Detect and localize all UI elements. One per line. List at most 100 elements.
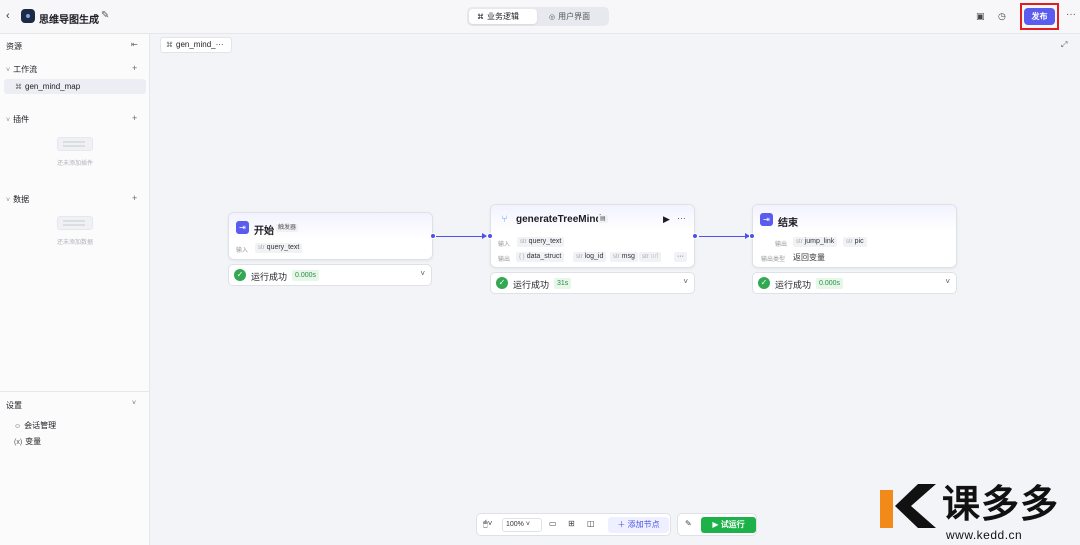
more-icon[interactable]: ··· <box>677 213 686 223</box>
run-status-start[interactable]: ✓ 运行成功 0.000s ˅ <box>228 264 432 286</box>
chevron-down-icon: ˅ <box>683 277 688 286</box>
section-workflow[interactable]: ˅ 工作流 <box>6 64 37 75</box>
watermark-text: 课多多 <box>942 484 1060 526</box>
input-port[interactable] <box>749 233 755 239</box>
zoom-select[interactable]: 100% ˅ <box>502 518 542 532</box>
workflow-icon: ⌘ <box>166 42 173 49</box>
empty-placeholder-icon <box>57 137 93 151</box>
start-icon: ⇥ <box>236 221 249 234</box>
node-start[interactable]: ⇥ 开始 触发器 输入 str query_text <box>228 212 433 260</box>
box-icon[interactable]: ▣ <box>976 11 985 22</box>
check-icon: ✓ <box>234 269 246 281</box>
output-label: 输出 <box>498 257 511 263</box>
edit-icon[interactable]: ✎ <box>101 10 109 21</box>
chat-icon: ☺ <box>14 423 22 430</box>
node-title: 开始 <box>254 226 274 237</box>
play-icon[interactable]: ▶ <box>663 214 670 225</box>
view-tabs: ⌘ 业务逻辑 ◎ 用户界面 <box>467 7 609 26</box>
watermark: 课多多 www.kedd.cn <box>880 482 1080 545</box>
sidebar-item-gen-mind-map[interactable]: ⌘ gen_mind_map <box>4 79 146 94</box>
check-icon: ✓ <box>758 277 770 289</box>
test-run-button[interactable]: ▶ 试运行 <box>701 517 756 533</box>
canvas-toolbar: 🖱˅ 100% ˅ ▭ ⊞ ◫ ＋ 添加节点 <box>476 513 671 536</box>
app-title: 思维导图生成 <box>39 15 99 26</box>
add-plugin-button[interactable]: + <box>132 113 137 123</box>
chevron-down-icon: ˅ <box>6 117 11 124</box>
add-data-button[interactable]: + <box>132 193 137 203</box>
input-chip: str query_text <box>517 237 565 247</box>
tab-user-interface[interactable]: ◎ 用户界面 <box>541 9 607 24</box>
output-chip: str pic <box>843 237 867 247</box>
more-icon[interactable]: ··· <box>1066 9 1076 20</box>
output-label: 输出 <box>775 242 788 248</box>
expand-icon[interactable]: ⤢ <box>1061 40 1067 50</box>
input-label: 输入 <box>498 242 511 248</box>
chevron-down-icon[interactable]: ˅ <box>132 400 136 407</box>
empty-plugins-text: 还未添加插件 <box>56 161 93 167</box>
publish-highlight: 发布 <box>1020 3 1059 30</box>
output-chip: str jump_link <box>793 237 838 247</box>
watermark-logo <box>880 484 936 528</box>
ui-icon: ◎ <box>549 14 556 21</box>
comment-icon[interactable]: ▭ <box>549 519 557 528</box>
chevron-down-icon: ˅ <box>945 277 950 286</box>
watermark-url: www.kedd.cn <box>946 528 1023 542</box>
layout-icon[interactable]: ⊞ <box>568 519 575 528</box>
settings-title: 设置 <box>6 401 22 410</box>
edge-start-to-llm <box>436 233 487 239</box>
node-generate-tree-mind[interactable]: ⑂ generateTreeMind ▤ ▶ ··· 输入 str query_t… <box>490 204 695 268</box>
mouse-icon[interactable]: 🖱˅ <box>483 519 492 529</box>
section-plugins[interactable]: ˅ 插件 <box>6 114 29 125</box>
add-node-button[interactable]: ＋ 添加节点 <box>608 517 669 533</box>
duration-badge: 31s <box>554 278 572 289</box>
chevron-down-icon: ˅ <box>6 197 11 204</box>
sidebar-title: 资源 <box>6 42 22 51</box>
add-workflow-button[interactable]: + <box>132 63 137 73</box>
tab-business-logic[interactable]: ⌘ 业务逻辑 <box>469 9 537 24</box>
edge-llm-to-end <box>699 233 750 239</box>
run-status-end[interactable]: ✓ 运行成功 0.000s ˅ <box>752 272 957 294</box>
history-icon[interactable]: ◷ <box>998 11 1006 22</box>
output-chip: { } data_struct <box>516 252 565 262</box>
brush-icon[interactable]: ✎ <box>685 519 692 528</box>
end-icon: ⇥ <box>760 213 773 226</box>
input-label: 输入 <box>236 248 249 254</box>
chevron-down-icon: ˅ <box>420 269 425 278</box>
chevron-down-icon: ˅ <box>6 67 11 74</box>
node-end[interactable]: ⇥ 结束 输出 str jump_link str pic 输出类型 返回变量 <box>752 204 957 268</box>
branch-icon: ⑂ <box>501 214 508 225</box>
app-logo <box>21 9 35 23</box>
trigger-badge: 触发器 <box>276 224 299 232</box>
doc-icon: ▤ <box>598 215 608 223</box>
more-outputs-button[interactable]: ··· <box>674 252 687 262</box>
collapse-sidebar-icon[interactable]: ⇤ <box>131 40 138 49</box>
output-chip: str url <box>639 252 662 262</box>
output-port[interactable] <box>692 233 698 239</box>
resource-sidebar: 资源 ⇤ ˅ 工作流 + ⌘ gen_mind_map ˅ 插件 + 还未添加插件 ˅… <box>0 34 150 545</box>
input-port[interactable] <box>487 233 493 239</box>
publish-button[interactable]: 发布 <box>1024 8 1055 25</box>
duration-badge: 0.000s <box>816 278 844 289</box>
output-type-value: 返回变量 <box>793 253 825 262</box>
variable-icon: (x) <box>14 439 23 446</box>
top-bar: ‹ 思维导图生成 ✎ ⌘ 业务逻辑 ◎ 用户界面 ▣ ◷ 发布 ··· <box>0 0 1080 34</box>
output-chip: str msg <box>610 252 638 262</box>
workflow-icon: ⌘ <box>15 84 22 91</box>
sidebar-item-session-management[interactable]: ☺ 会话管理 <box>14 420 56 431</box>
canvas-tab[interactable]: ⌘ gen_mind_··· <box>160 37 232 53</box>
empty-placeholder-icon <box>57 216 93 230</box>
chevron-left-icon[interactable]: ‹ <box>6 10 10 22</box>
duration-badge: 0.000s <box>292 270 320 281</box>
sidebar-item-variables[interactable]: (x) 变量 <box>14 436 41 447</box>
input-chip: str query_text <box>255 243 303 253</box>
section-data[interactable]: ˅ 数据 <box>6 194 29 205</box>
node-title: generateTreeMind <box>516 214 602 225</box>
output-port[interactable] <box>430 233 436 239</box>
minimap-icon[interactable]: ◫ <box>587 519 595 528</box>
output-type-label: 输出类型 <box>761 257 786 263</box>
node-title: 结束 <box>778 218 798 229</box>
empty-data-text: 还未添加数据 <box>56 240 93 246</box>
flow-icon: ⌘ <box>477 14 484 21</box>
divider <box>0 391 150 392</box>
run-status-llm[interactable]: ✓ 运行成功 31s ˅ <box>490 272 695 294</box>
